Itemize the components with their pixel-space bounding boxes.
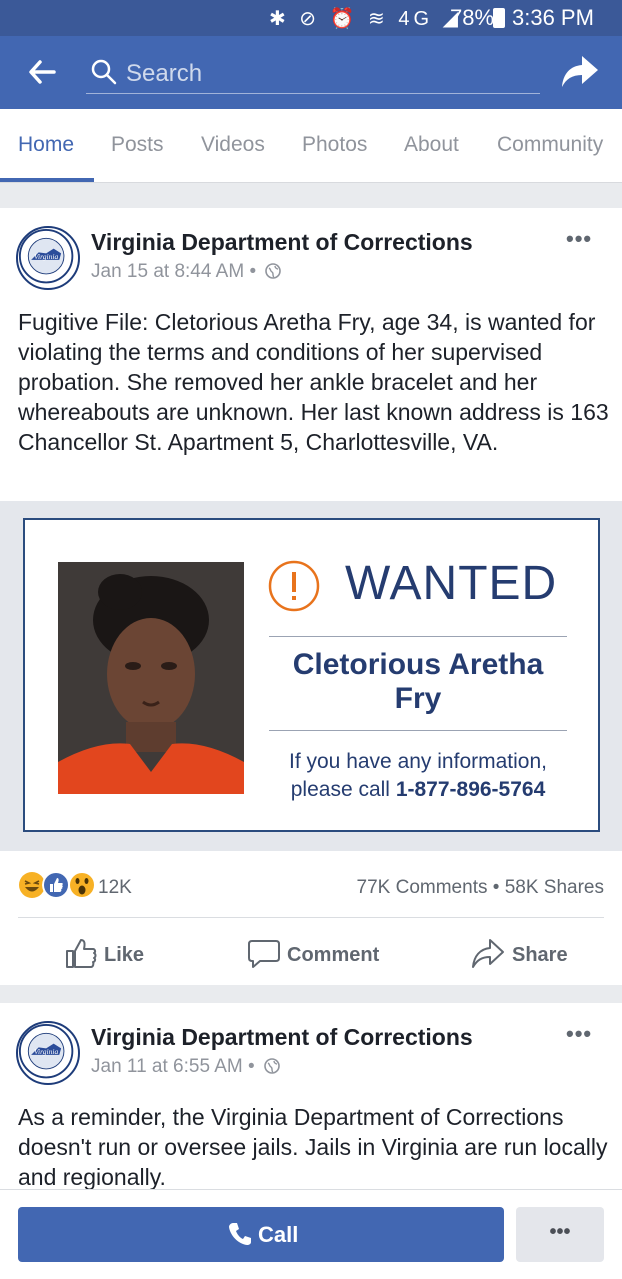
comment-label: Comment [287,944,380,966]
bottom-action-bar: Call ••• [0,1189,622,1279]
post-image[interactable]: WANTED Cletorious Aretha Fry If you have… [0,501,622,851]
call-button[interactable]: Call [18,1207,504,1262]
tab-about[interactable]: About [404,133,459,157]
post-text: As a reminder, the Virginia Department o… [18,1104,608,1190]
post-card: Virginia Virginia Department of Correcti… [0,1003,622,1203]
back-arrow-icon[interactable] [26,56,58,88]
info-line2: please call 1-877-896-5764 [269,776,567,804]
poster-divider [269,636,567,637]
like-label: Like [104,944,145,966]
fugitive-name-line2: Fry [394,682,442,715]
call-label: Call [258,1222,299,1247]
share-count: 58K Shares [504,877,604,898]
like-reaction-icon [42,871,70,899]
clock: 3:36 PM [512,5,594,30]
svg-text:Virginia: Virginia [34,252,58,261]
post-card: Virginia Virginia Department of Correcti… [0,208,622,985]
wow-reaction-icon [68,871,96,899]
active-tab-indicator [0,178,94,182]
page-avatar[interactable]: Virginia [16,1021,80,1085]
tab-photos[interactable]: Photos [302,133,367,157]
speech-bubble-icon [248,940,280,968]
post-timestamp[interactable]: Jan 11 at 6:55 AM • [91,1056,280,1078]
info-prefix: please call [290,778,390,801]
info-line1: If you have any information, [289,750,547,773]
seal-logo-icon: Virginia [18,228,74,284]
page-tabs: Home Posts Videos Photos About Community [0,109,622,183]
reaction-count[interactable]: 12K [98,877,132,899]
post-timestamp[interactable]: Jan 15 at 8:44 AM • [91,261,282,283]
share-arrow-icon [472,939,504,968]
seal-logo-icon: Virginia [18,1023,74,1079]
tab-posts[interactable]: Posts [111,133,164,157]
fugitive-name: Cletorious Aretha Fry [269,648,567,716]
tab-community[interactable]: Community [497,133,603,157]
battery-level: 78% [450,5,495,30]
search-header [0,36,622,109]
page-name[interactable]: Virginia Department of Corrections [91,1024,473,1051]
post-divider [18,917,604,918]
post-options-button[interactable]: ••• [566,1021,592,1047]
fugitive-name-line1: Cletorious Aretha [292,648,544,681]
mugshot-photo [58,562,244,794]
poster-divider [269,730,567,731]
wanted-poster: WANTED Cletorious Aretha Fry If you have… [23,518,600,832]
globe-icon [264,1058,280,1074]
svg-text:Virginia: Virginia [34,1047,58,1056]
tab-videos[interactable]: Videos [201,133,265,157]
timestamp-text: Jan 11 at 6:55 AM [91,1056,243,1077]
hotline-number: 1-877-896-5764 [395,778,546,801]
wanted-headline: WANTED [345,557,558,610]
comments-shares-summary[interactable]: 77K Comments • 58K Shares [357,877,604,899]
post-options-button[interactable]: ••• [566,226,592,252]
share-arrow-icon[interactable] [560,54,600,90]
status-bar: ✱ ⊘ ⏰ ≋ 4G ◢ 78% 3:36 PM [0,0,622,36]
poster-info: If you have any information, please call… [269,748,567,804]
status-icons: ✱ ⊘ ⏰ ≋ 4G ◢ [268,8,462,30]
thumbs-up-icon [66,939,97,968]
comment-count: 77K Comments [356,877,488,898]
search-input[interactable] [86,54,540,94]
page-avatar[interactable]: Virginia [16,226,80,290]
tab-home[interactable]: Home [18,133,74,157]
page-name[interactable]: Virginia Department of Corrections [91,229,473,256]
timestamp-text: Jan 15 at 8:44 AM [91,261,245,282]
search-icon [91,59,117,85]
share-label: Share [512,944,568,966]
more-options-button[interactable]: ••• [516,1207,604,1262]
phone-icon [229,1223,251,1245]
globe-icon [265,263,282,279]
battery-icon [493,8,505,28]
post-text: Fugitive File: Cletorious Aretha Fry, ag… [18,309,609,455]
warning-icon [268,560,320,612]
